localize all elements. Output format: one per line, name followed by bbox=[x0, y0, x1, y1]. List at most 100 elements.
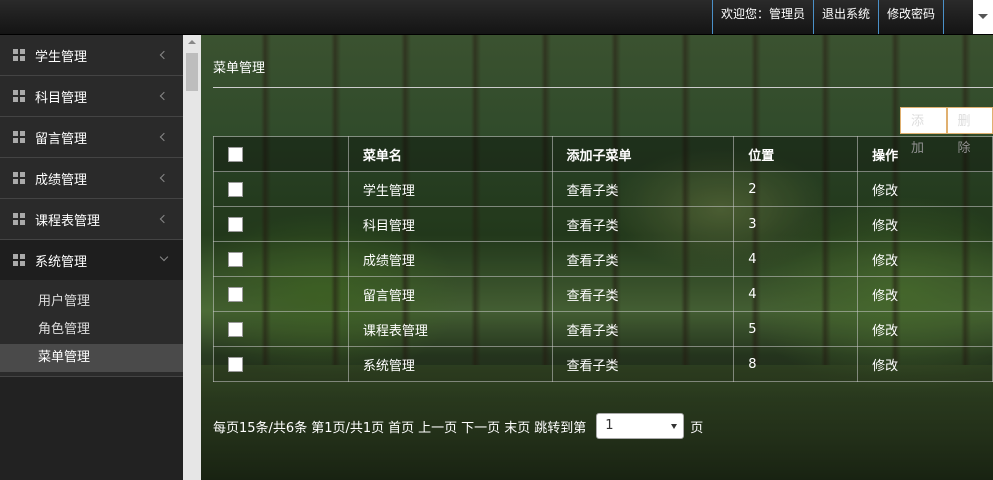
row-select-cell bbox=[213, 346, 349, 382]
pager-summary: 每页15条/共6条 bbox=[213, 420, 308, 436]
next-page-link[interactable]: 下一页 bbox=[461, 417, 500, 436]
table-row: 留言管理 查看子类 4 修改 bbox=[213, 276, 993, 312]
menu-name-cell: 课程表管理 bbox=[347, 311, 553, 347]
row-select-cell bbox=[213, 171, 349, 207]
last-page-link[interactable]: 末页 bbox=[504, 417, 530, 436]
row-select-cell bbox=[213, 241, 349, 277]
row-checkbox[interactable] bbox=[228, 286, 243, 302]
position-cell: 5 bbox=[733, 311, 859, 347]
menu-name-cell: 成绩管理 bbox=[347, 241, 553, 277]
view-submenu-link[interactable]: 查看子类 bbox=[551, 206, 735, 242]
prev-page-link[interactable]: 上一页 bbox=[418, 417, 457, 436]
position-cell: 4 bbox=[733, 276, 859, 312]
grid-icon bbox=[13, 49, 25, 61]
sidebar-item-label: 科目管理 bbox=[35, 90, 88, 106]
sidebar-item-label: 课程表管理 bbox=[35, 213, 101, 229]
edit-link[interactable]: 修改 bbox=[857, 241, 993, 277]
row-checkbox[interactable] bbox=[228, 321, 243, 337]
menu-name-cell: 科目管理 bbox=[347, 206, 553, 242]
sidebar-scrollbar[interactable] bbox=[183, 35, 201, 480]
scroll-down-arrow-icon[interactable] bbox=[973, 0, 993, 34]
change-password-link[interactable]: 修改密码 bbox=[877, 0, 944, 34]
top-links: 欢迎您：管理员 退出系统 修改密码 bbox=[711, 0, 944, 34]
position-cell: 8 bbox=[733, 346, 859, 382]
add-button[interactable]: 添加 bbox=[900, 107, 947, 156]
view-submenu-link[interactable]: 查看子类 bbox=[551, 241, 735, 277]
sidebar-item-system[interactable]: 系统管理 bbox=[0, 240, 183, 280]
page-title: 菜单管理 bbox=[213, 61, 266, 76]
scroll-up-arrow-icon[interactable] bbox=[188, 40, 196, 44]
chevron-down-icon bbox=[159, 252, 169, 262]
submenu-item-roles[interactable]: 角色管理 bbox=[0, 316, 183, 344]
select-all-header bbox=[213, 136, 349, 172]
view-submenu-link[interactable]: 查看子类 bbox=[551, 276, 735, 312]
pagination: 每页15条/共6条 第1页/共1页 首页 上一页 下一页 末页 跳转到第 1 页 bbox=[213, 413, 707, 439]
view-submenu-link[interactable]: 查看子类 bbox=[551, 311, 735, 347]
table-row: 课程表管理 查看子类 5 修改 bbox=[213, 311, 993, 347]
sidebar-item-label: 系统管理 bbox=[35, 254, 88, 270]
main-content: 菜单管理 添加 删除 菜单名 添加子菜单 位置 操作 学生管理 查看子类 2 修… bbox=[201, 35, 993, 480]
edit-link[interactable]: 修改 bbox=[857, 311, 993, 347]
submenu-item-menus[interactable]: 菜单管理 bbox=[0, 344, 183, 372]
sidebar-item-message[interactable]: 留言管理 bbox=[0, 117, 183, 158]
col-header-position: 位置 bbox=[733, 136, 859, 172]
menu-table: 菜单名 添加子菜单 位置 操作 学生管理 查看子类 2 修改 科目管理 查看子类… bbox=[213, 136, 993, 382]
table-row: 成绩管理 查看子类 4 修改 bbox=[213, 241, 993, 277]
jump-suffix: 页 bbox=[690, 420, 704, 436]
sidebar-item-label: 成绩管理 bbox=[35, 172, 88, 188]
system-submenu: 用户管理 角色管理 菜单管理 bbox=[0, 280, 183, 377]
delete-button[interactable]: 删除 bbox=[946, 107, 993, 156]
edit-link[interactable]: 修改 bbox=[857, 276, 993, 312]
edit-link[interactable]: 修改 bbox=[857, 171, 993, 207]
row-select-cell bbox=[213, 311, 349, 347]
chevron-left-icon bbox=[159, 132, 169, 142]
top-bar: 欢迎您：管理员 退出系统 修改密码 bbox=[0, 0, 993, 35]
action-buttons: 添加 删除 bbox=[900, 107, 993, 156]
view-submenu-link[interactable]: 查看子类 bbox=[551, 171, 735, 207]
chevron-left-icon bbox=[159, 173, 169, 183]
title-divider bbox=[213, 87, 993, 88]
view-submenu-link[interactable]: 查看子类 bbox=[551, 346, 735, 382]
col-header-submenu: 添加子菜单 bbox=[551, 136, 735, 172]
sidebar-item-subject[interactable]: 科目管理 bbox=[0, 76, 183, 117]
page-jump-select[interactable]: 1 bbox=[596, 413, 685, 439]
table-row: 系统管理 查看子类 8 修改 bbox=[213, 346, 993, 382]
row-checkbox[interactable] bbox=[228, 181, 243, 197]
grid-icon bbox=[13, 254, 25, 266]
sidebar-item-score[interactable]: 成绩管理 bbox=[0, 158, 183, 199]
col-header-name: 菜单名 bbox=[347, 136, 553, 172]
position-cell: 2 bbox=[733, 171, 859, 207]
edit-link[interactable]: 修改 bbox=[857, 346, 993, 382]
table-row: 科目管理 查看子类 3 修改 bbox=[213, 206, 993, 242]
select-all-checkbox[interactable] bbox=[228, 146, 243, 162]
row-checkbox[interactable] bbox=[228, 216, 243, 232]
row-checkbox[interactable] bbox=[228, 251, 243, 267]
grid-icon bbox=[13, 213, 25, 225]
position-cell: 4 bbox=[733, 241, 859, 277]
edit-link[interactable]: 修改 bbox=[857, 206, 993, 242]
sidebar: 学生管理 科目管理 留言管理 成绩管理 课程表管理 系统管理 用户管理 角色管理… bbox=[0, 35, 183, 480]
jump-prefix: 跳转到第 bbox=[534, 420, 587, 436]
welcome-text: 欢迎您：管理员 bbox=[711, 0, 813, 34]
logout-link[interactable]: 退出系统 bbox=[812, 0, 878, 34]
menu-name-cell: 系统管理 bbox=[347, 346, 553, 382]
row-select-cell bbox=[213, 206, 349, 242]
sidebar-item-student[interactable]: 学生管理 bbox=[0, 35, 183, 76]
grid-icon bbox=[13, 90, 25, 102]
position-cell: 3 bbox=[733, 206, 859, 242]
sidebar-item-label: 学生管理 bbox=[35, 49, 88, 65]
row-checkbox[interactable] bbox=[228, 356, 243, 372]
first-page-link[interactable]: 首页 bbox=[388, 417, 414, 436]
submenu-item-users[interactable]: 用户管理 bbox=[0, 288, 183, 316]
menu-name-cell: 留言管理 bbox=[347, 276, 553, 312]
chevron-left-icon bbox=[159, 214, 169, 224]
table-header-row: 菜单名 添加子菜单 位置 操作 bbox=[213, 136, 993, 172]
table-row: 学生管理 查看子类 2 修改 bbox=[213, 171, 993, 207]
sidebar-item-label: 留言管理 bbox=[35, 131, 88, 147]
scrollbar-thumb[interactable] bbox=[186, 53, 198, 91]
chevron-left-icon bbox=[159, 50, 169, 60]
row-select-cell bbox=[213, 276, 349, 312]
pager-page-info: 第1页/共1页 bbox=[311, 420, 385, 436]
sidebar-item-schedule[interactable]: 课程表管理 bbox=[0, 199, 183, 240]
chevron-left-icon bbox=[159, 91, 169, 101]
